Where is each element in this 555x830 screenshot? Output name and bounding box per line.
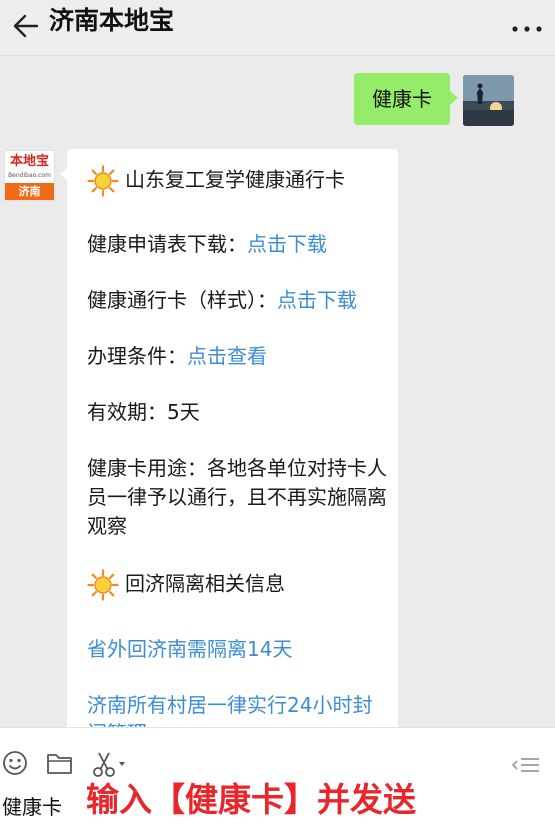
view-conditions-link[interactable]: 点击查看 xyxy=(187,344,267,368)
back-arrow-icon xyxy=(13,14,39,38)
my-message-bubble[interactable]: 健康卡 xyxy=(354,73,458,125)
item-label: 办理条件： xyxy=(87,344,187,368)
bot-message-bubble[interactable]: 山东复工复学健康通行卡 健康申请表下载：点击下载 健康通行卡（样式）：点击下载 … xyxy=(67,149,398,727)
chat-area[interactable]: 健康卡 本地宝 Bendibao.com 济南 山东复工复学健康通行卡 健康申请… xyxy=(0,57,555,727)
send-instruction: 输入【健康卡】并发送 xyxy=(86,780,416,819)
chat-title: 济南本地宝 xyxy=(49,6,175,35)
more-button[interactable] xyxy=(507,10,547,44)
item-application-form: 健康申请表下载：点击下载 xyxy=(87,230,387,258)
item-pass-sample: 健康通行卡（样式）：点击下载 xyxy=(87,286,387,314)
sun-icon xyxy=(87,569,119,601)
heading-text: 山东复工复学健康通行卡 xyxy=(125,167,345,192)
quarantine-link-2[interactable]: 济南所有村居一律实行24小时封闭管理 xyxy=(87,691,387,727)
my-message-text: 健康卡 xyxy=(372,87,432,111)
bot-avatar[interactable]: 本地宝 Bendibao.com 济南 xyxy=(4,150,55,201)
download-sample-link[interactable]: 点击下载 xyxy=(277,288,357,312)
download-form-link[interactable]: 点击下载 xyxy=(247,232,327,256)
item-label: 健康申请表下载： xyxy=(87,232,247,256)
heading-health-pass: 山东复工复学健康通行卡 xyxy=(87,165,387,197)
item-label: 健康通行卡（样式）： xyxy=(87,288,277,312)
emoji-icon xyxy=(3,751,27,775)
send-button[interactable] xyxy=(511,752,541,780)
send-icon xyxy=(512,758,539,772)
usage-text: 健康卡用途：各地各单位对持卡人员一律予以通行，且不再实施隔离观察 xyxy=(87,456,387,538)
my-avatar[interactable] xyxy=(463,75,514,126)
folder-icon xyxy=(47,754,72,774)
sun-icon xyxy=(87,165,119,197)
more-dots-icon xyxy=(512,26,542,32)
file-button[interactable] xyxy=(46,748,74,782)
item-conditions: 办理条件：点击查看 xyxy=(87,342,387,370)
quarantine-link-1[interactable]: 省外回济南需隔离14天 xyxy=(87,635,387,663)
heading-quarantine-info: 回济隔离相关信息 xyxy=(87,569,387,601)
back-button[interactable] xyxy=(8,8,44,44)
screenshot-button[interactable] xyxy=(92,748,128,782)
validity-text: 有效期：5天 xyxy=(87,400,200,424)
message-input[interactable] xyxy=(2,788,82,822)
heading-text: 回济隔离相关信息 xyxy=(125,571,285,596)
bot-logo-city: 济南 xyxy=(5,183,54,200)
emoji-button[interactable] xyxy=(2,748,30,782)
title-bar: 济南本地宝 xyxy=(0,0,555,56)
bot-logo-site: Bendibao.com xyxy=(8,172,51,179)
avatar-photo-icon xyxy=(463,75,514,126)
scissors-icon xyxy=(93,752,125,777)
input-bar: 输入【健康卡】并发送 xyxy=(0,727,555,830)
